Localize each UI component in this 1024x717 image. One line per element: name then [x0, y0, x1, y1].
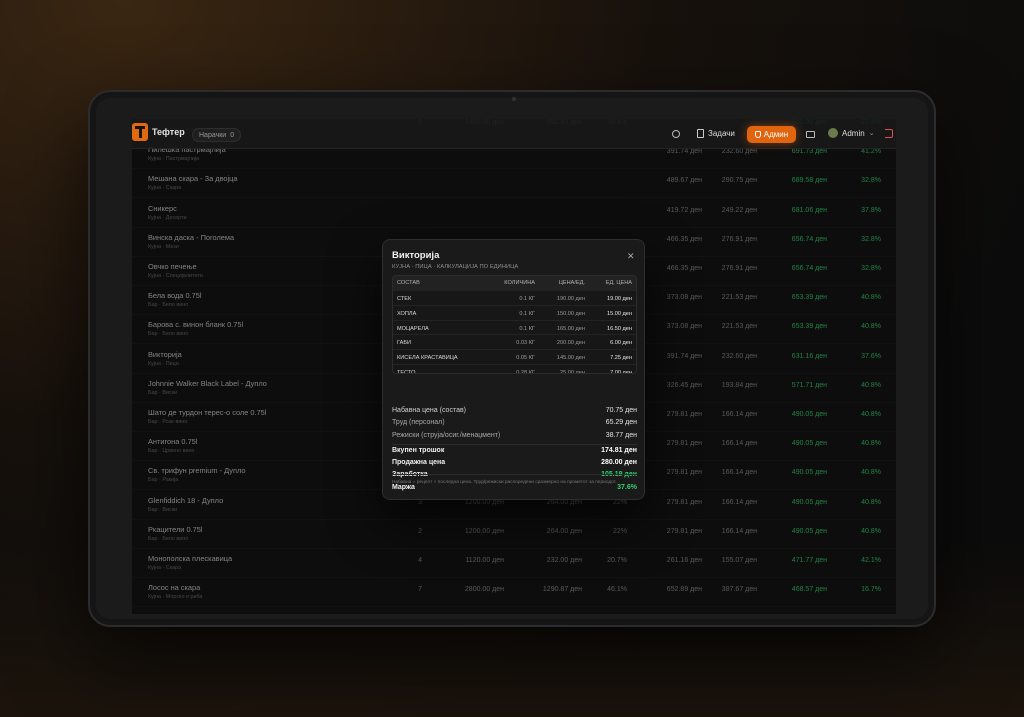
- ingredient-row: ТЕСТО 0.28 КГ 25.00 ден 7.00 ден: [393, 364, 636, 374]
- ingredient-row: СТЕК 0.1 КГ 190.00 ден 19.00 ден: [393, 290, 636, 305]
- cost-value: 38.77 ден: [605, 431, 637, 439]
- ingredient-total: 7.25 ден: [610, 355, 632, 362]
- note-divider: [392, 474, 637, 475]
- orders-label: Нарачки: [199, 131, 227, 139]
- header-ingredient: СОСТАВ: [397, 280, 420, 286]
- close-icon[interactable]: ✕: [627, 251, 635, 262]
- shield-icon: [754, 131, 761, 138]
- ingredient-quantity: 0.05 КГ: [516, 355, 535, 362]
- ingredient-quantity: 0.1 КГ: [519, 296, 535, 302]
- total-label: Продажна цена: [392, 459, 446, 467]
- header-quantity: КОЛИЧИНА: [504, 280, 535, 286]
- logo-icon: [132, 123, 148, 141]
- ingredient-unit-price: 200.00 ден: [556, 340, 585, 347]
- top-bar: Тефтер Нарачки 0 Задачи Админ Admin ⌄: [132, 119, 896, 149]
- user-menu[interactable]: Admin ⌄: [828, 128, 875, 138]
- sun-icon[interactable]: [672, 130, 680, 138]
- modal-subtitle: КУЈНА · ПИЦА · КАЛКУЛАЦИЈА ПО ЕДИНИЦА: [392, 264, 519, 270]
- ingredient-total: 19.00 ден: [606, 296, 632, 302]
- chevron-down-icon: ⌄: [868, 130, 875, 137]
- ingredient-row: ГАБИ 0.03 КГ 200.00 ден 6.00 ден: [393, 334, 636, 349]
- ingredient-total: 7.00 ден: [610, 370, 632, 374]
- card-icon[interactable]: [806, 131, 815, 138]
- ingredient-unit-price: 150.00 ден: [556, 310, 585, 317]
- ingredient-total: 16.50 ден: [606, 325, 632, 332]
- ingredient-unit-price: 190.00 ден: [556, 296, 585, 302]
- admin-label: Админ: [763, 130, 789, 139]
- cost-label: Режиски (струја/осиг./менаџмент): [392, 431, 501, 439]
- ingredient-unit-price: 145.00 ден: [556, 355, 585, 362]
- header-total: ЕД. ЦЕНА: [605, 280, 632, 286]
- ingredient-name: МОЦАРЕЛА: [397, 325, 429, 332]
- ingredient-row: КИСЕЛА КРАСТАВИЦА 0.05 КГ 145.00 ден 7.25 д…: [393, 349, 636, 364]
- ingredient-name: СТЕК: [397, 296, 412, 302]
- ingredient-quantity: 0.03 КГ: [516, 340, 535, 347]
- ingredient-row: МОЦАРЕЛА 0.1 КГ 165.00 ден 16.50 ден: [393, 319, 636, 335]
- cost-line: Набавна цена (состав) 70.75 ден: [392, 407, 637, 414]
- cost-breakdown-modal: Викторија КУЈНА · ПИЦА · КАЛКУЛАЦИЈА ПО …: [382, 239, 645, 500]
- totals-divider: [392, 444, 637, 445]
- cost-label: Труд (персонал): [392, 419, 445, 427]
- app-name: Тефтер: [152, 127, 185, 137]
- cost-value: 65.29 ден: [605, 419, 637, 427]
- total-line: Вкупен трошок 174.81 ден: [392, 447, 637, 454]
- cost-label: Набавна цена (состав): [392, 407, 467, 414]
- logout-icon[interactable]: [885, 129, 893, 138]
- header-unit-price: ЦЕНА/ЕД.: [558, 280, 585, 286]
- ingredient-total: 6.00 ден: [610, 340, 632, 347]
- ingredient-unit-price: 165.00 ден: [556, 325, 585, 332]
- ingredient-unit-price: 25.00 ден: [559, 370, 585, 374]
- orders-count: 0: [230, 131, 235, 139]
- cost-line: Труд (персонал) 65.29 ден: [392, 419, 637, 426]
- orders-button[interactable]: Нарачки 0: [192, 128, 242, 142]
- cost-line: Режиски (струја/осиг./менаџмент) 38.77 де…: [392, 432, 637, 439]
- total-value: 174.81 ден: [601, 447, 637, 454]
- ingredient-quantity: 0.1 КГ: [519, 325, 535, 332]
- ingredients-table: СОСТАВ КОЛИЧИНА ЦЕНА/ЕД. ЕД. ЦЕНА СТЕК 0.…: [392, 275, 637, 374]
- ingredient-total: 15.00 ден: [606, 310, 632, 317]
- admin-button[interactable]: Админ: [747, 126, 796, 143]
- cost-value: 70.75 ден: [605, 407, 637, 414]
- ingredient-row: ХОПЛА 0.1 КГ 150.00 ден 15.00 ден: [393, 304, 636, 320]
- app-screen: Кујна · Морско и риба21400.00 ден552.45 …: [132, 119, 896, 614]
- total-label: Вкупен трошок: [392, 447, 445, 454]
- user-name: Admin: [842, 128, 865, 138]
- total-value: 280.00 ден: [601, 459, 637, 467]
- ingredient-name: ХОПЛА: [397, 310, 417, 317]
- clipboard-icon: [697, 129, 704, 138]
- tasks-label: Задачи: [708, 129, 735, 138]
- ingredients-header: СОСТАВ КОЛИЧИНА ЦЕНА/ЕД. ЕД. ЦЕНА: [393, 276, 636, 290]
- camera-dot: [512, 97, 516, 101]
- ingredient-name: КИСЕЛА КРАСТАВИЦА: [397, 355, 458, 362]
- tasks-button[interactable]: Задачи: [697, 129, 735, 138]
- app-logo[interactable]: Тефтер: [132, 123, 185, 141]
- total-line: Продажна цена 280.00 ден: [392, 459, 637, 466]
- ingredient-name: ГАБИ: [397, 340, 412, 347]
- ingredient-quantity: 0.28 КГ: [516, 370, 535, 374]
- ingredient-quantity: 0.1 КГ: [519, 310, 535, 317]
- modal-title: Викторија: [392, 250, 440, 261]
- calculation-note: Набавна = рецепт × последна цена. Труд/р…: [392, 480, 617, 485]
- tablet-frame: Кујна · Морско и риба21400.00 ден552.45 …: [88, 90, 936, 627]
- ingredient-name: ТЕСТО: [397, 370, 416, 374]
- avatar: [828, 128, 838, 138]
